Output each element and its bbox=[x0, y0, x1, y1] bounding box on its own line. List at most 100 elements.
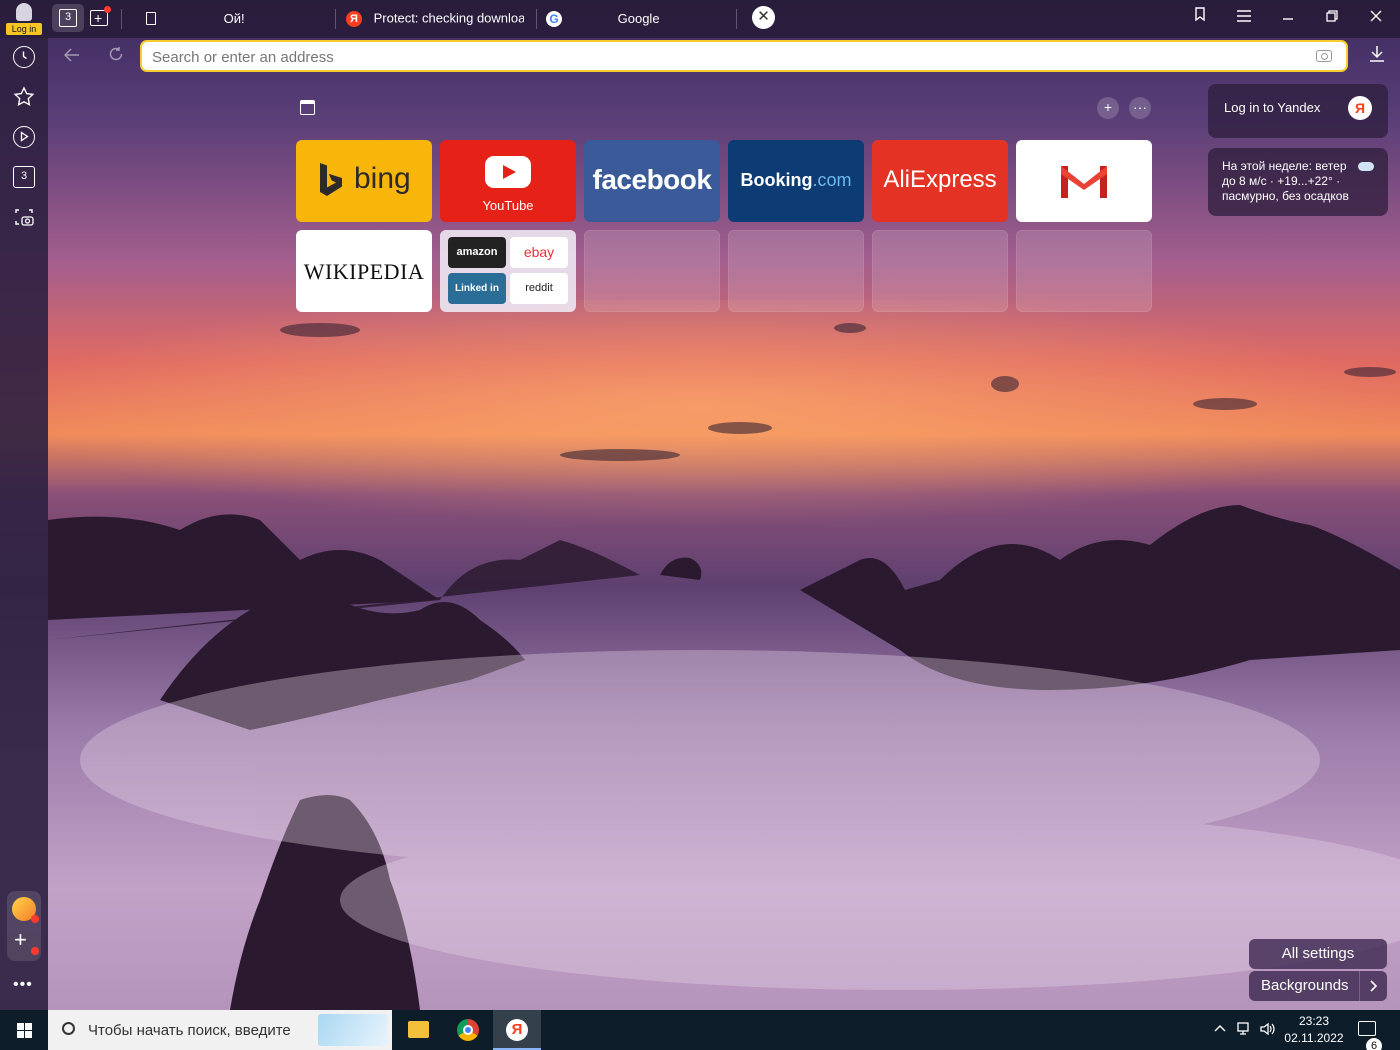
weather-widget[interactable]: На этой неделе: ветер до 8 м/с · +19...+… bbox=[1208, 148, 1388, 216]
screenshot-icon[interactable] bbox=[13, 206, 35, 228]
tile-empty[interactable] bbox=[872, 230, 1008, 312]
search-icon bbox=[62, 1022, 75, 1035]
backgrounds-label: Backgrounds bbox=[1261, 977, 1349, 994]
network-icon[interactable] bbox=[1237, 1022, 1253, 1039]
tile-facebook[interactable]: facebook bbox=[584, 140, 720, 222]
tile-bing[interactable]: bing bbox=[296, 140, 432, 222]
folder-icon bbox=[408, 1021, 429, 1038]
divider bbox=[335, 9, 336, 29]
address-input[interactable] bbox=[152, 46, 1302, 68]
yandex-browser-icon: Я bbox=[506, 1019, 528, 1041]
chevron-up-icon[interactable] bbox=[1213, 1022, 1227, 1037]
tab-title: Google bbox=[617, 10, 660, 26]
tile-label: AliExpress bbox=[883, 166, 997, 193]
tile-empty[interactable] bbox=[1016, 230, 1152, 312]
tile-label: Booking.com bbox=[740, 170, 852, 190]
video-play-icon[interactable] bbox=[13, 126, 35, 148]
address-bar[interactable] bbox=[140, 40, 1348, 72]
divider bbox=[121, 9, 122, 29]
cloud-icon bbox=[1358, 162, 1374, 171]
notification-center-icon[interactable] bbox=[1358, 1021, 1376, 1036]
tabs-count-icon[interactable]: 3 bbox=[13, 166, 35, 188]
notification-dot bbox=[31, 947, 39, 955]
taskbar-search-box[interactable]: Чтобы начать поиск, введите bbox=[48, 1010, 392, 1050]
chrome-icon bbox=[457, 1019, 479, 1041]
tab-bar: Log in 3 + Ой! Я Protect: checking downl… bbox=[0, 0, 1400, 38]
volume-icon[interactable] bbox=[1260, 1022, 1276, 1039]
menu-icon[interactable] bbox=[1232, 6, 1256, 30]
user-avatar-icon bbox=[16, 3, 32, 21]
tile-booking[interactable]: Booking.com bbox=[728, 140, 864, 222]
tile-label: bing bbox=[354, 162, 411, 195]
sidebar-panel-icon[interactable] bbox=[300, 100, 315, 115]
bookmarks-collection-icon[interactable] bbox=[1188, 6, 1212, 30]
profile-login-button[interactable]: Log in bbox=[6, 3, 42, 35]
tab-oops[interactable]: Ой! bbox=[146, 4, 326, 32]
sidebar-more-icon[interactable]: ••• bbox=[13, 976, 33, 994]
add-tile-button[interactable]: + bbox=[1097, 97, 1119, 119]
new-tab-button[interactable]: + bbox=[90, 6, 112, 28]
camera-search-icon[interactable] bbox=[1316, 50, 1332, 62]
yandex-browser-app[interactable]: Я bbox=[493, 1010, 541, 1050]
clock-time: 23:23 bbox=[1298, 1014, 1330, 1028]
search-highlight-image bbox=[318, 1014, 388, 1046]
taskbar-search-placeholder: Чтобы начать поиск, введите bbox=[88, 1022, 291, 1039]
tile-empty[interactable] bbox=[728, 230, 864, 312]
google-icon: G bbox=[546, 10, 562, 27]
tab-google[interactable]: G Google bbox=[546, 4, 726, 32]
youtube-play-icon bbox=[485, 156, 531, 188]
all-settings-button[interactable]: All settings bbox=[1249, 939, 1387, 969]
tab-count-badge: 3 bbox=[59, 9, 77, 27]
chrome-app[interactable] bbox=[444, 1010, 492, 1050]
tile-folder[interactable]: amazon ebay Linked in reddit bbox=[440, 230, 576, 312]
yandex-login-widget[interactable]: Log in to Yandex Я bbox=[1208, 84, 1388, 138]
bing-logo-icon bbox=[320, 163, 342, 196]
page-icon bbox=[146, 12, 156, 26]
tile-gmail[interactable] bbox=[1016, 140, 1152, 222]
login-widget-label: Log in to Yandex bbox=[1224, 100, 1321, 115]
divider bbox=[536, 9, 537, 29]
clock-date: 02.11.2022 bbox=[1284, 1031, 1344, 1045]
gmail-icon bbox=[1061, 166, 1107, 198]
yandex-icon: Я bbox=[346, 10, 362, 27]
notification-dot bbox=[104, 6, 111, 13]
tab-overview-button[interactable]: 3 bbox=[52, 4, 84, 32]
windows-start-button[interactable] bbox=[0, 1010, 48, 1050]
weather-text: На этой неделе: ветер до 8 м/с · +19...+… bbox=[1222, 159, 1349, 203]
tile-label: YouTube bbox=[482, 198, 534, 213]
folder-item-amazon: amazon bbox=[448, 237, 506, 268]
history-icon[interactable] bbox=[13, 46, 35, 68]
downloads-icon[interactable] bbox=[1366, 45, 1388, 67]
sidebar-apps: + bbox=[7, 891, 41, 961]
reload-button[interactable] bbox=[105, 45, 127, 67]
tile-youtube[interactable]: YouTube bbox=[440, 140, 576, 222]
file-explorer-app[interactable] bbox=[394, 1010, 442, 1050]
notification-count-badge: 6 bbox=[1366, 1038, 1382, 1050]
tile-aliexpress[interactable]: AliExpress bbox=[872, 140, 1008, 222]
tab-protect[interactable]: Я Protect: checking downloa bbox=[346, 4, 524, 32]
bookmark-star-icon[interactable] bbox=[13, 86, 35, 108]
close-icon[interactable] bbox=[1364, 6, 1388, 30]
folder-item-ebay: ebay bbox=[510, 237, 568, 268]
yandex-logo-icon: Я bbox=[1348, 96, 1372, 120]
login-label: Log in bbox=[6, 23, 42, 35]
sidebar: 3 + ••• bbox=[0, 38, 48, 1010]
close-tab-button[interactable]: ✕ bbox=[752, 6, 775, 29]
tile-empty[interactable] bbox=[584, 230, 720, 312]
minimize-icon[interactable] bbox=[1276, 6, 1300, 30]
tile-label: facebook bbox=[592, 164, 712, 195]
folder-item-linkedin: Linked in bbox=[448, 273, 506, 304]
divider bbox=[736, 9, 737, 29]
chevron-right-icon[interactable] bbox=[1359, 971, 1387, 1001]
taskbar: Чтобы начать поиск, введите Я 23:23 02.1… bbox=[0, 1010, 1400, 1050]
back-button[interactable] bbox=[61, 45, 83, 67]
tab-title: Ой! bbox=[223, 10, 245, 26]
tile-wikipedia[interactable]: WIKIPEDIA bbox=[296, 230, 432, 312]
tile-label: WIKIPEDIA bbox=[303, 259, 425, 284]
backgrounds-button[interactable]: Backgrounds bbox=[1249, 971, 1387, 1001]
notification-dot bbox=[31, 915, 39, 923]
dial-more-button[interactable]: ··· bbox=[1129, 97, 1151, 119]
add-app-icon[interactable]: + bbox=[14, 929, 27, 951]
system-clock[interactable]: 23:23 02.11.2022 bbox=[1280, 1013, 1348, 1047]
restore-icon[interactable] bbox=[1320, 6, 1344, 30]
